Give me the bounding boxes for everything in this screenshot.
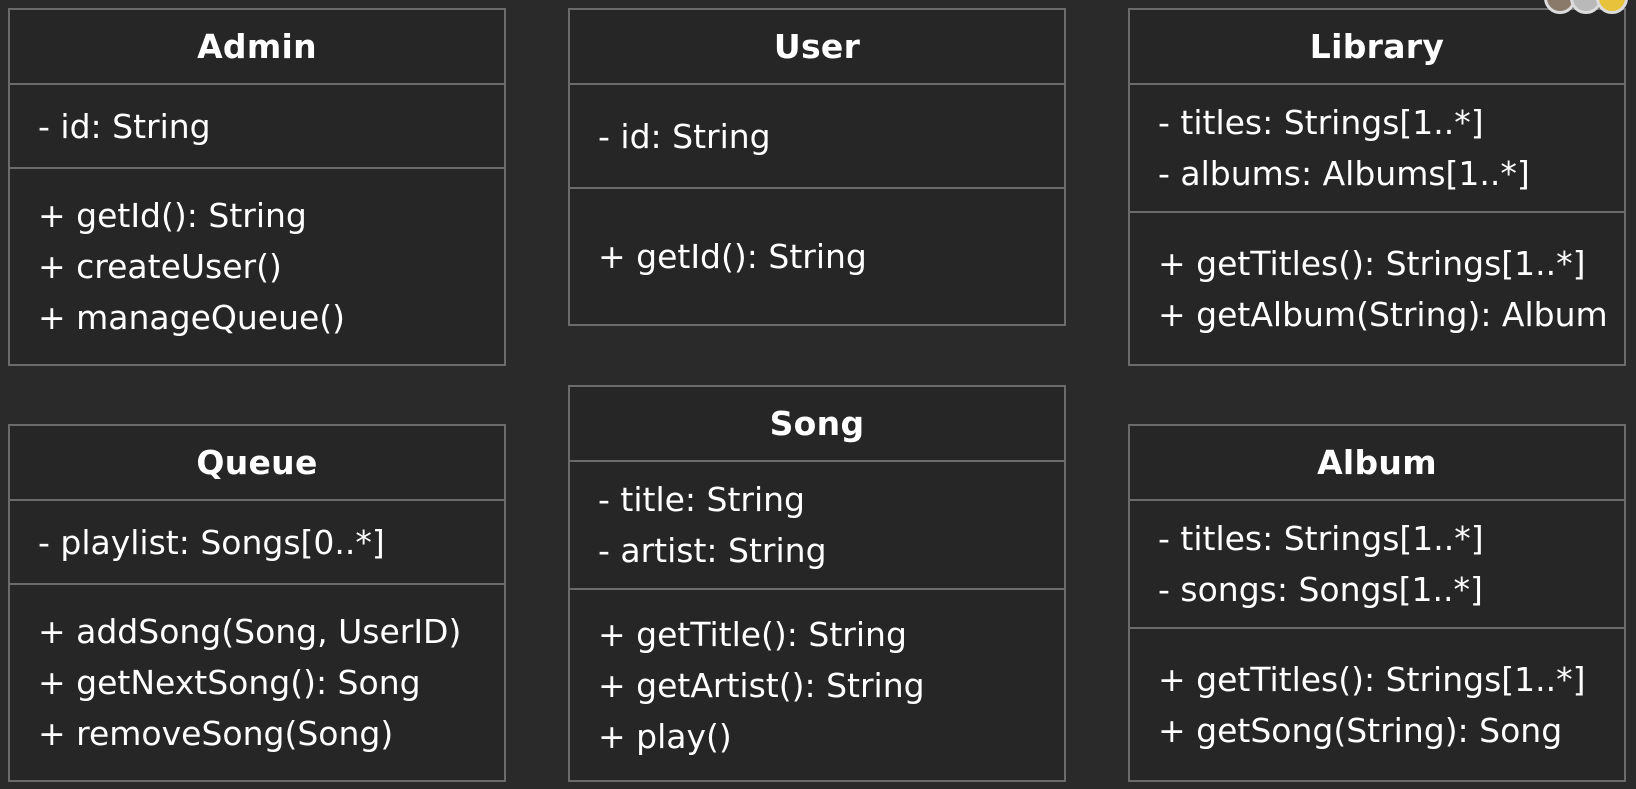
attribute: - songs: Songs[1..*] bbox=[1158, 570, 1483, 609]
attributes-section: - id: String bbox=[10, 85, 504, 169]
class-name: Admin bbox=[10, 10, 504, 85]
attribute: - id: String bbox=[38, 106, 211, 146]
operation: + getSong(String): Song bbox=[1158, 710, 1563, 750]
operations-section: + getTitles(): Strings[1..*] + getSong(S… bbox=[1130, 629, 1624, 780]
operation: + removeSong(Song) bbox=[38, 714, 394, 753]
operation: + createUser() bbox=[38, 247, 282, 286]
attributes-section: - titles: Strings[1..*] - songs: Songs[1… bbox=[1130, 501, 1624, 629]
attributes-section: - title: String - artist: String bbox=[570, 462, 1064, 590]
attribute: - titles: Strings[1..*] bbox=[1158, 103, 1484, 142]
operation: + addSong(Song, UserID) bbox=[38, 612, 462, 651]
operations-section: + getTitle(): String + getArtist(): Stri… bbox=[570, 590, 1064, 780]
class-box-song: Song - title: String - artist: String + … bbox=[568, 385, 1066, 782]
attributes-section: - playlist: Songs[0..*] bbox=[10, 501, 504, 585]
class-name: User bbox=[570, 10, 1064, 85]
operations-section: + getId(): String bbox=[570, 189, 1064, 324]
operation: + getTitles(): Strings[1..*] bbox=[1158, 243, 1586, 283]
class-name: Album bbox=[1130, 426, 1624, 501]
class-box-user: User - id: String + getId(): String bbox=[568, 8, 1066, 326]
operations-section: + addSong(Song, UserID) + getNextSong():… bbox=[10, 585, 504, 780]
attribute: - title: String bbox=[598, 480, 806, 519]
operations-section: + getTitles(): Strings[1..*] + getAlbum(… bbox=[1130, 213, 1624, 364]
operation: + getAlbum(String): Album bbox=[1158, 294, 1608, 334]
operations-section: + getId(): String + createUser() + manag… bbox=[10, 169, 504, 364]
operation: + manageQueue() bbox=[38, 298, 346, 337]
operation: + getArtist(): String bbox=[598, 665, 925, 705]
class-box-library: Library - titles: Strings[1..*] - albums… bbox=[1128, 8, 1626, 366]
operation: + play() bbox=[598, 716, 732, 756]
participant-avatars bbox=[1536, 0, 1628, 14]
class-box-queue: Queue - playlist: Songs[0..*] + addSong(… bbox=[8, 424, 506, 782]
attribute: - titles: Strings[1..*] bbox=[1158, 519, 1484, 558]
operation: + getTitles(): Strings[1..*] bbox=[1158, 659, 1586, 699]
operation: + getId(): String bbox=[598, 237, 867, 276]
operation: + getNextSong(): Song bbox=[38, 663, 421, 702]
class-name: Song bbox=[570, 387, 1064, 462]
attribute: - id: String bbox=[598, 116, 771, 156]
class-box-admin: Admin - id: String + getId(): String + c… bbox=[8, 8, 506, 366]
attribute: - playlist: Songs[0..*] bbox=[38, 522, 385, 562]
attributes-section: - id: String bbox=[570, 85, 1064, 189]
attribute: - albums: Albums[1..*] bbox=[1158, 154, 1530, 193]
class-name: Queue bbox=[10, 426, 504, 501]
attributes-section: - titles: Strings[1..*] - albums: Albums… bbox=[1130, 85, 1624, 213]
class-box-album: Album - titles: Strings[1..*] - songs: S… bbox=[1128, 424, 1626, 782]
operation: + getId(): String bbox=[38, 196, 307, 235]
operation: + getTitle(): String bbox=[598, 614, 907, 654]
class-name: Library bbox=[1130, 10, 1624, 85]
attribute: - artist: String bbox=[598, 531, 827, 570]
